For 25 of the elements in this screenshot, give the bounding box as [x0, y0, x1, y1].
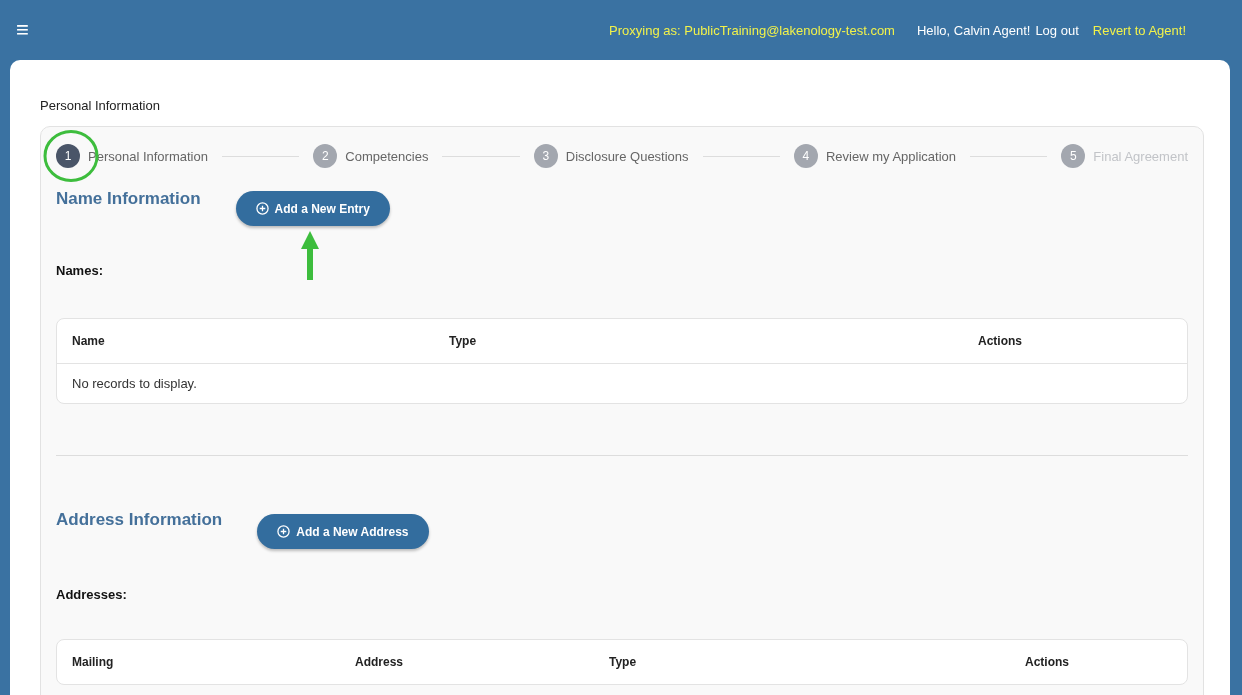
- section-heading: Name Information: [56, 188, 201, 209]
- menu-icon[interactable]: ≡: [16, 17, 29, 43]
- list-label: Addresses:: [56, 587, 128, 602]
- empty-message: No records to display.: [72, 376, 198, 391]
- step-label[interactable]: Review my Application: [825, 148, 956, 164]
- add-button[interactable]: Add a New Address: [257, 514, 429, 549]
- add-icon: [255, 202, 269, 215]
- column-header[interactable]: Actions: [1025, 655, 1187, 669]
- column-header[interactable]: Address: [355, 655, 609, 669]
- logout-link[interactable]: Log out: [1035, 22, 1079, 38]
- step-label[interactable]: Competencies: [345, 148, 429, 164]
- section-heading: Address Information: [56, 509, 223, 530]
- column-header[interactable]: Type: [449, 334, 978, 348]
- list-label: Names:: [56, 263, 104, 278]
- step-label[interactable]: Disclosure Questions: [565, 148, 689, 164]
- column-header[interactable]: Actions: [978, 334, 1187, 348]
- column-header[interactable]: Name: [72, 334, 449, 348]
- revert-link[interactable]: Revert to Agent!: [1092, 22, 1186, 38]
- column-header[interactable]: Type: [609, 655, 1025, 669]
- page-title: Personal Information: [40, 98, 161, 113]
- proxy-status: Proxying as: PublicTraining@lakenology-test.com: [609, 22, 895, 38]
- greeting: Hello, Calvin Agent!: [916, 22, 1031, 38]
- add-icon: [277, 525, 291, 538]
- step-number[interactable]: 1: [56, 144, 80, 168]
- column-header[interactable]: Mailing: [72, 655, 355, 669]
